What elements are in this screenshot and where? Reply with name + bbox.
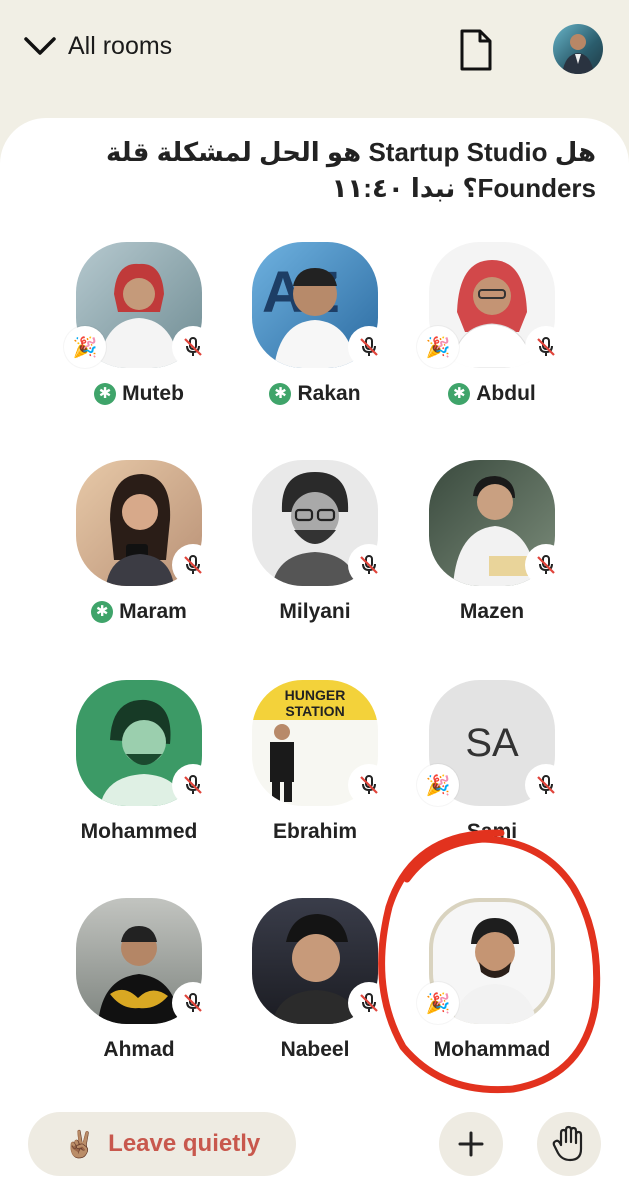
celebration-icon: 🎉 [64,326,106,368]
bottom-bar: ✌🏽 Leave quietly [0,1100,629,1200]
top-bar: All rooms [0,0,629,110]
add-button[interactable] [439,1112,503,1176]
muted-mic-icon [172,764,214,806]
celebration-icon: 🎉 [417,326,459,368]
chevron-down-icon [24,37,56,55]
celebration-icon: 🎉 [417,764,459,806]
speaker-name: Milyani [279,600,351,623]
all-rooms-button[interactable]: All rooms [22,28,172,64]
speaker-name: ✱ Muteb [60,382,218,406]
moderator-star-icon: ✱ [91,601,114,623]
muted-mic-icon [525,326,567,368]
moderator-star-icon: ✱ [269,383,292,405]
speaker-name: ✱ Maram [60,600,218,624]
muted-mic-icon [525,764,567,806]
muted-mic-icon [525,544,567,586]
moderator-star-icon: ✱ [448,383,471,405]
speaker-name: Sami [466,820,518,843]
celebration-icon: 🎉 [417,982,459,1024]
leave-quietly-label: Leave quietly [108,1130,261,1157]
plus-icon [458,1131,484,1157]
muted-mic-icon [172,982,214,1024]
room-title: هل Startup Studio هو الحل لمشكلة قلة Fou… [106,137,596,203]
profile-avatar[interactable] [553,24,603,74]
all-rooms-label: All rooms [68,31,173,60]
muted-mic-icon [172,326,214,368]
speaker-name: Ebrahim [272,820,358,843]
speaker-name: ✱ Rakan [236,382,394,406]
muted-mic-icon [348,764,390,806]
svg-text:STATION: STATION [285,703,344,719]
peace-hand-icon: ✌🏽 [63,1128,97,1159]
speaker-name: ✱ Abdul [413,382,571,406]
document-icon[interactable] [456,28,496,72]
muted-mic-icon [348,326,390,368]
speaker-name: Ahmad [103,1038,175,1061]
leave-quietly-button[interactable]: ✌🏽 Leave quietly [28,1112,296,1176]
speaker-name: Nabeel [280,1038,350,1061]
muted-mic-icon [348,544,390,586]
raise-hand-button[interactable] [537,1112,601,1176]
raise-hand-icon [552,1125,583,1162]
muted-mic-icon [348,982,390,1024]
speaker-name: Mohammad [433,1038,551,1061]
muted-mic-icon [172,544,214,586]
speaker-name: Mazen [459,600,525,623]
speaker-name: Mohammed [80,820,198,843]
moderator-star-icon: ✱ [94,383,117,405]
svg-text:HUNGER: HUNGER [285,687,346,703]
